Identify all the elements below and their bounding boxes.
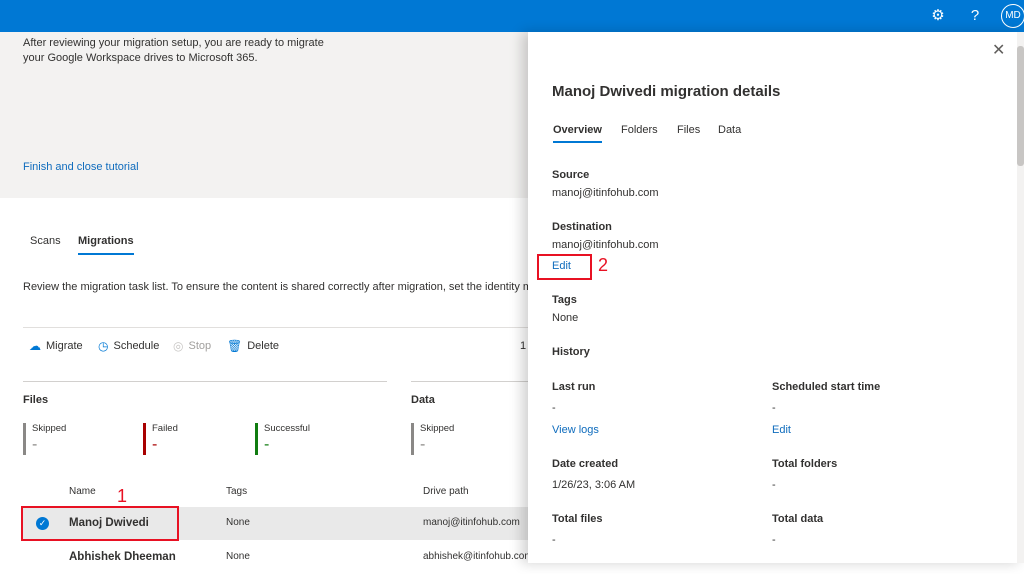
stat-value: - [264, 436, 270, 453]
avatar[interactable]: MD [1001, 4, 1024, 28]
description: Review the migration task list. To ensur… [23, 281, 533, 293]
details-panel: ✕ Manoj Dwivedi migration details Overvi… [528, 32, 1024, 563]
total-data-value: - [772, 534, 776, 546]
stop-icon: ◎ [173, 339, 184, 353]
stat-label: Failed [152, 423, 178, 434]
source-label: Source [552, 169, 590, 181]
history-label: History [552, 346, 590, 358]
annotation-box-2 [537, 254, 592, 280]
annotation-label-2: 2 [598, 255, 609, 275]
table-row[interactable]: Abhishek Dheeman None abhishek@itinfohub… [23, 541, 533, 574]
tab-scans[interactable]: Scans [30, 235, 61, 247]
total-folders-value: - [772, 479, 776, 491]
date-created-value: 1/26/23, 3:06 AM [552, 479, 636, 491]
destination-label: Destination [552, 221, 612, 233]
row-tags: None [226, 551, 250, 562]
stat-value: - [32, 436, 38, 453]
view-logs-link[interactable]: View logs [552, 424, 599, 436]
row-drive-path: abhishek@itinfohub.com [423, 551, 533, 562]
stat-label: Skipped [32, 423, 67, 434]
column-header-tags[interactable]: Tags [226, 486, 247, 497]
edit-schedule-link[interactable]: Edit [772, 424, 791, 436]
stat-value: - [420, 436, 426, 453]
active-tab-indicator [553, 141, 602, 143]
gear-icon[interactable]: ⚙ [926, 0, 950, 32]
scheduled-start-value: - [772, 402, 776, 414]
cloud-upload-icon: ☁ [29, 339, 41, 353]
panel-title: Manoj Dwivedi migration details [552, 83, 781, 100]
divider [23, 381, 387, 382]
annotation-label-1: 1 [117, 486, 128, 506]
migrate-label: Migrate [46, 340, 83, 352]
row-name[interactable]: Abhishek Dheeman [69, 551, 176, 563]
column-header-drive-path[interactable]: Drive path [423, 486, 469, 497]
stat-value: - [152, 436, 158, 453]
tags-label: Tags [552, 294, 577, 306]
annotation-box-1 [21, 506, 179, 541]
tutorial-text: After reviewing your migration setup, yo… [23, 36, 324, 66]
stop-button[interactable]: ◎ Stop [173, 339, 211, 353]
stop-label: Stop [188, 340, 212, 352]
scrollbar[interactable] [1017, 32, 1024, 563]
finish-tutorial-link[interactable]: Finish and close tutorial [23, 161, 139, 173]
files-title: Files [23, 394, 49, 406]
last-run-value: - [552, 402, 556, 414]
column-header-name[interactable]: Name [69, 486, 96, 497]
total-files-label: Total files [552, 513, 603, 525]
last-run-label: Last run [552, 381, 596, 393]
clock-icon: ◷ [98, 339, 109, 353]
item-count: 1 [520, 340, 527, 352]
data-skipped-stat: Skipped - [411, 423, 454, 455]
schedule-button[interactable]: ◷ Schedule [98, 339, 159, 353]
schedule-label: Schedule [113, 340, 160, 352]
divider [23, 327, 528, 328]
data-title: Data [411, 394, 435, 406]
tab-migrations[interactable]: Migrations [78, 235, 134, 255]
panel-tab-folders[interactable]: Folders [621, 124, 658, 136]
close-icon[interactable]: ✕ [992, 40, 1005, 60]
tags-value: None [552, 312, 579, 324]
panel-tab-data[interactable]: Data [718, 124, 741, 136]
total-folders-label: Total folders [772, 458, 838, 470]
trash-icon: 🗑 [227, 339, 243, 353]
tab-label: Overview [553, 124, 602, 136]
top-bar: ⚙ ? MD [0, 0, 1024, 32]
panel-tab-files[interactable]: Files [677, 124, 700, 136]
files-failed-stat: Failed - [143, 423, 178, 455]
files-successful-stat: Successful - [255, 423, 310, 455]
delete-button[interactable]: 🗑 Delete [227, 339, 279, 353]
row-tags: None [226, 517, 250, 528]
stat-label: Successful [264, 423, 310, 434]
destination-value: manoj@itinfohub.com [552, 239, 659, 251]
delete-label: Delete [247, 340, 280, 352]
help-icon[interactable]: ? [963, 0, 987, 32]
stat-label: Skipped [420, 423, 455, 434]
panel-tab-overview[interactable]: Overview [553, 124, 602, 143]
migrate-button[interactable]: ☁ Migrate [29, 339, 83, 353]
total-files-value: - [552, 534, 556, 546]
scheduled-start-label: Scheduled start time [772, 381, 881, 393]
source-value: manoj@itinfohub.com [552, 187, 659, 199]
scrollbar-thumb[interactable] [1017, 46, 1024, 166]
total-data-label: Total data [772, 513, 824, 525]
divider [411, 381, 528, 382]
tutorial-line: your Google Workspace drives to Microsof… [23, 52, 258, 64]
row-drive-path: manoj@itinfohub.com [423, 517, 520, 528]
tutorial-line: After reviewing your migration setup, yo… [23, 37, 324, 49]
files-skipped-stat: Skipped - [23, 423, 66, 455]
date-created-label: Date created [552, 458, 619, 470]
